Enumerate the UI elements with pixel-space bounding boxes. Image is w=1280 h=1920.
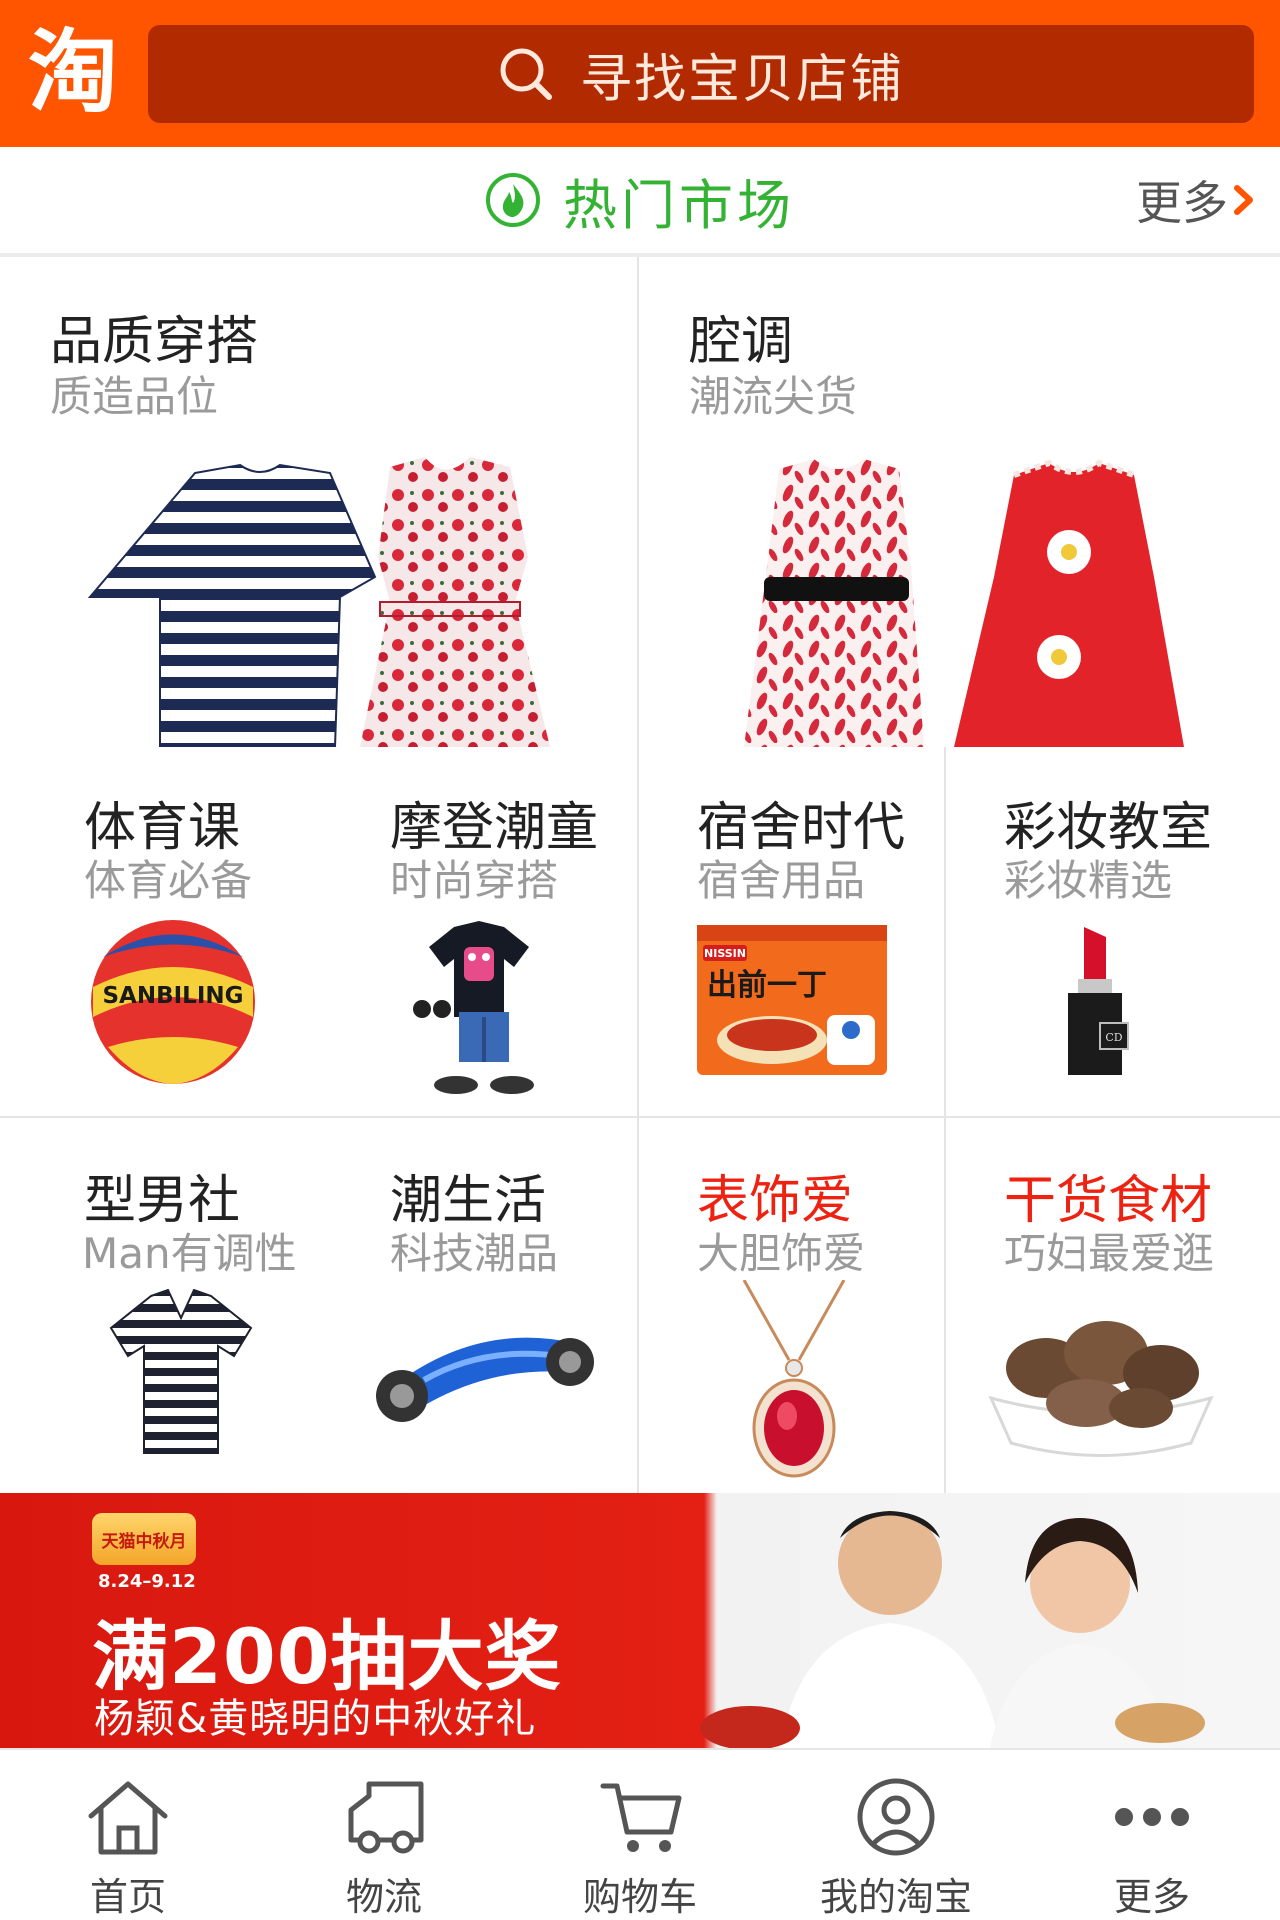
striped-dress-image <box>87 457 550 747</box>
tab-label: 我的淘宝 <box>819 1875 972 1919</box>
featured-card-quality-outfit[interactable]: 品质穿搭 质造品位 <box>0 257 637 747</box>
card-subtitle: 质造品位 <box>50 372 219 421</box>
tab-label: 更多 <box>1113 1875 1190 1919</box>
card-subtitle: 潮流尖货 <box>689 372 858 421</box>
cart-icon <box>600 1783 682 1852</box>
category-jewelry-love[interactable]: 表饰爱 大胆饰爱 <box>639 1118 944 1493</box>
promo-date: 8.24–9.12 <box>98 1571 196 1592</box>
noodle-name-text: 出前一丁 <box>707 968 827 1003</box>
tab-home[interactable]: 首页 <box>0 1750 256 1920</box>
celebrity-photo-image <box>700 1511 1205 1748</box>
tab-cart[interactable]: 购物车 <box>512 1750 768 1920</box>
chevron-right-icon <box>1234 185 1253 215</box>
category-dorm-era[interactable]: 宿舍时代 宿舍用品 NISSIN 出前一丁 <box>639 747 944 1116</box>
category-modern-kids[interactable]: 摩登潮童 时尚穿搭 <box>318 747 637 1116</box>
kids-outfit-image <box>413 921 534 1094</box>
category-subtitle: 彩妆精选 <box>1004 856 1173 905</box>
search-icon <box>500 48 552 100</box>
market-grid: 品质穿搭 质造品位 腔调 潮流尖货 体育课 体育必备 SANBILING 摩登潮… <box>0 257 1280 1493</box>
ruby-pendant-image <box>742 1280 846 1478</box>
hoverboard-image <box>376 1337 594 1422</box>
tab-label: 首页 <box>89 1875 166 1919</box>
lipstick-image: CD <box>1068 927 1129 1075</box>
tab-my-taobao[interactable]: 我的淘宝 <box>768 1750 1024 1920</box>
tab-more[interactable]: 更多 <box>1024 1750 1280 1920</box>
lipstick-cap-text: CD <box>1105 1031 1122 1044</box>
hot-market-bar: 热门市场 更多 <box>0 147 1280 257</box>
hot-market-title: 热门市场 <box>0 147 1280 253</box>
category-subtitle: 大胆饰爱 <box>697 1229 866 1278</box>
tab-logistics[interactable]: 物流 <box>256 1750 512 1920</box>
instant-noodle-image: NISSIN 出前一丁 <box>697 925 887 1075</box>
tab-label: 物流 <box>345 1875 422 1919</box>
truck-icon <box>348 1781 424 1854</box>
taobao-app: 淘 寻找宝贝店铺 热门市场 更多 品质穿搭 质造品位 腔调 潮流尖货 体育课 体… <box>0 0 1280 1920</box>
noodle-brand-text: NISSIN <box>704 947 746 960</box>
top-header: 淘 寻找宝贝店铺 <box>0 0 1280 147</box>
category-subtitle: 体育必备 <box>84 856 253 905</box>
red-dresses-image <box>744 459 1184 747</box>
hot-market-label: 热门市场 <box>563 173 795 237</box>
more-label: 更多 <box>1136 176 1228 230</box>
promo-banner[interactable]: 天猫中秋月 8.24–9.12 满200抽大奖 杨颖&黄晓明的中秋好礼 <box>0 1493 1280 1748</box>
home-icon <box>88 1781 168 1855</box>
more-dots-icon <box>1115 1808 1189 1826</box>
bottom-tab-bar: 首页 物流 购物车 我的淘宝 更多 <box>0 1748 1280 1920</box>
flame-icon <box>486 173 540 227</box>
category-subtitle: 时尚穿搭 <box>390 856 559 905</box>
more-link[interactable]: 更多 <box>1136 169 1256 231</box>
user-icon <box>857 1778 935 1856</box>
search-placeholder: 寻找宝贝店铺 <box>579 49 904 110</box>
taobao-logo-icon[interactable]: 淘 <box>18 28 128 118</box>
featured-card-style[interactable]: 腔调 潮流尖货 <box>639 257 1280 747</box>
promo-subline: 杨颖&黄晓明的中秋好礼 <box>94 1696 537 1742</box>
basketball-image: SANBILING <box>91 920 255 1084</box>
category-subtitle: 宿舍用品 <box>697 856 866 905</box>
category-makeup-class[interactable]: 彩妆教室 彩妆精选 CD <box>946 747 1280 1116</box>
category-trendy-life[interactable]: 潮生活 科技潮品 <box>318 1118 637 1493</box>
category-subtitle: 科技潮品 <box>390 1229 559 1278</box>
search-bar[interactable]: 寻找宝贝店铺 <box>148 25 1254 123</box>
dried-mushroom-image <box>988 1321 1214 1457</box>
tmall-festival-badge: 天猫中秋月 <box>92 1513 196 1565</box>
category-pe-class[interactable]: 体育课 体育必备 SANBILING <box>0 747 318 1116</box>
category-dry-food[interactable]: 干货食材 巧妇最爱逛 <box>946 1118 1280 1493</box>
ball-brand-text: SANBILING <box>102 983 243 1009</box>
category-men-club[interactable]: 型男社 Man有调性 <box>0 1118 318 1493</box>
category-subtitle: 巧妇最爱逛 <box>1004 1229 1215 1278</box>
tab-label: 购物车 <box>582 1875 697 1919</box>
polo-shirt-image <box>109 1288 253 1454</box>
category-subtitle: Man有调性 <box>82 1229 297 1278</box>
